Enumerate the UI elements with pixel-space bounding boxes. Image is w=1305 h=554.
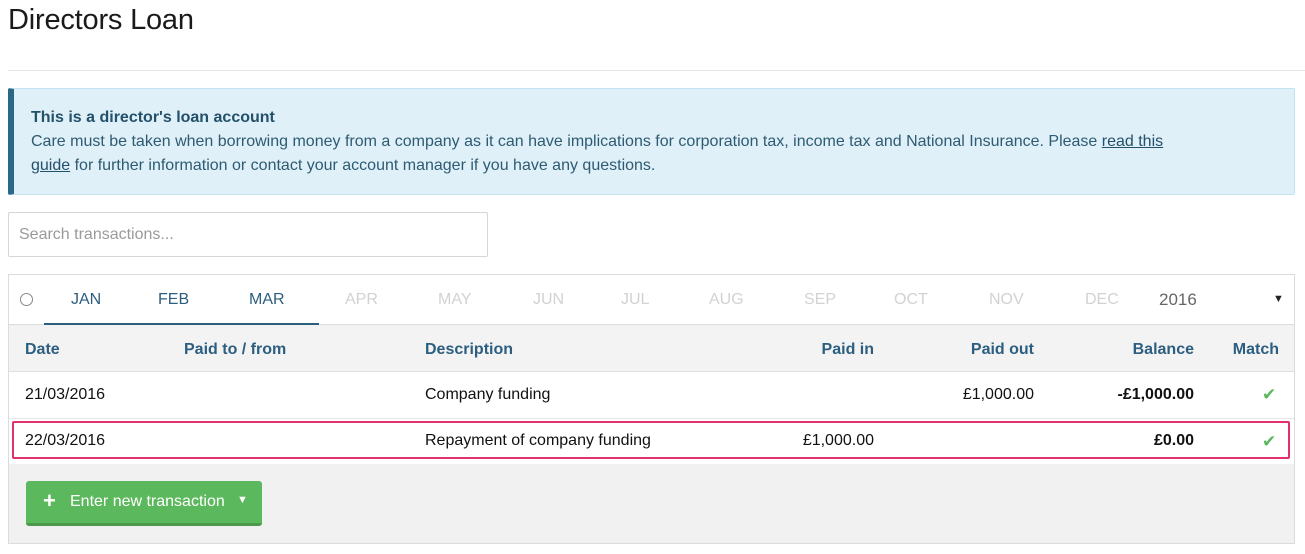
- header-paid-in[interactable]: Paid in: [774, 341, 874, 359]
- checkmark-icon[interactable]: ✔: [1262, 385, 1276, 405]
- header-balance[interactable]: Balance: [1094, 341, 1194, 359]
- month-nov: NOV: [989, 291, 1024, 308]
- search-input[interactable]: [8, 212, 488, 257]
- all-months-radio[interactable]: [20, 293, 33, 306]
- title-divider: [8, 70, 1305, 71]
- year-selector[interactable]: 2016: [1159, 290, 1197, 310]
- notice-body: Care must be taken when borrowing money …: [31, 130, 1201, 178]
- header-paid-out[interactable]: Paid out: [934, 341, 1034, 359]
- month-dec: DEC: [1085, 291, 1119, 308]
- header-date[interactable]: Date: [25, 341, 60, 359]
- notice-title: This is a director's loan account: [31, 109, 275, 126]
- month-sep: SEP: [804, 291, 837, 308]
- month-mar[interactable]: MAR: [249, 291, 285, 309]
- enter-new-transaction-button[interactable]: + Enter new transaction ▼: [26, 481, 262, 526]
- notice-text-before: Care must be taken when borrowing money …: [31, 133, 1102, 150]
- transactions-panel: JAN FEB MAR APR MAY JUN JUL AUG SEP OCT …: [8, 274, 1295, 544]
- plus-icon: +: [43, 488, 56, 513]
- active-months-underline: [44, 323, 319, 325]
- table-row[interactable]: 22/03/2016 Repayment of company funding …: [9, 419, 1294, 464]
- month-jul: JUL: [621, 291, 650, 308]
- page-title: Directors Loan: [8, 4, 194, 36]
- header-paid-to-from[interactable]: Paid to / from: [184, 341, 286, 359]
- enter-new-transaction-label: Enter new transaction: [70, 493, 225, 510]
- month-jun: JUN: [533, 291, 565, 308]
- row-date: 22/03/2016: [25, 432, 106, 449]
- month-oct: OCT: [894, 291, 928, 308]
- month-may: MAY: [438, 291, 472, 308]
- month-feb[interactable]: FEB: [158, 291, 189, 309]
- notice-text-after: for further information or contact your …: [70, 157, 656, 174]
- table-header: Date Paid to / from Description Paid in …: [9, 326, 1294, 372]
- row-paid-in: £1,000.00: [802, 432, 874, 449]
- caret-down-icon[interactable]: ▼: [1273, 293, 1284, 305]
- row-date: 21/03/2016: [25, 386, 106, 403]
- header-description[interactable]: Description: [425, 341, 513, 359]
- row-balance: -£1,000.00: [1117, 386, 1194, 403]
- month-aug: AUG: [709, 291, 744, 308]
- table-row[interactable]: 21/03/2016 Company funding £1,000.00 -£1…: [9, 372, 1294, 419]
- header-match[interactable]: Match: [1209, 341, 1279, 359]
- checkmark-icon[interactable]: ✔: [1262, 432, 1276, 452]
- director-loan-notice: This is a director's loan account Care m…: [8, 88, 1295, 195]
- month-filter-bar: JAN FEB MAR APR MAY JUN JUL AUG SEP OCT …: [9, 275, 1294, 325]
- month-apr: APR: [345, 291, 378, 308]
- row-paid-out: £1,000.00: [962, 386, 1034, 403]
- row-description: Repayment of company funding: [425, 432, 651, 449]
- month-jan[interactable]: JAN: [71, 291, 101, 309]
- row-description: Company funding: [425, 386, 551, 403]
- row-balance: £0.00: [1153, 432, 1194, 449]
- caret-down-icon: ▼: [237, 494, 248, 506]
